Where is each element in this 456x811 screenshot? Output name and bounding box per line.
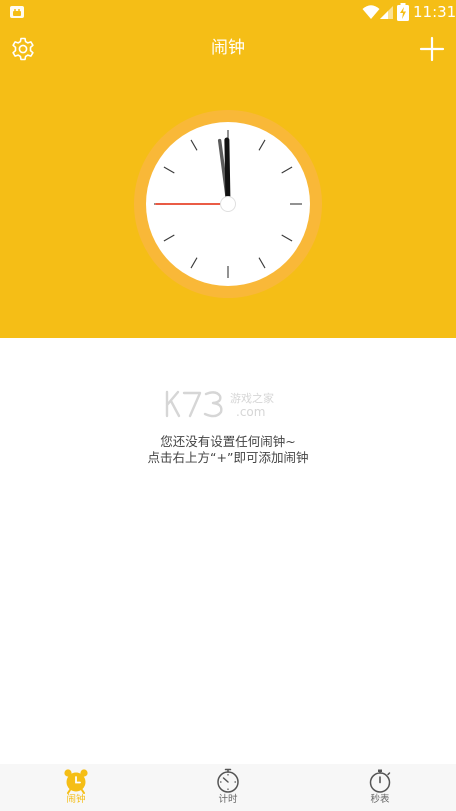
- plus-icon[interactable]: [418, 35, 446, 63]
- nav-label-stopwatch: 秒表: [370, 794, 390, 805]
- empty-state-line-2: 点击右上方“+”即可添加闹钟: [147, 450, 309, 465]
- nav-label-alarm: 闹钟: [66, 794, 86, 805]
- header-panel: 11:31 闹钟: [0, 0, 456, 338]
- empty-state-line-1: 您还没有设置任何闹钟~: [160, 434, 296, 449]
- clock-center-pin: [220, 196, 236, 212]
- status-bar: 11:31: [0, 0, 456, 24]
- bottom-nav: 闹钟 计时 秒表: [0, 764, 456, 811]
- stopwatch-icon: [369, 769, 391, 793]
- timer-icon: [217, 768, 239, 793]
- signal-icon: [380, 6, 393, 19]
- alarm-app-screen: 11:31 闹钟 游戏之家 .com 您还没有设置任何闹钟~ 点击右上方“+”即…: [0, 0, 456, 811]
- alarm-clock-icon: [64, 769, 88, 794]
- svg-text:.com: .com: [236, 405, 265, 419]
- watermark-logo: 游戏之家 .com: [165, 390, 274, 419]
- page-title: 闹钟: [211, 38, 245, 58]
- nav-label-timer: 计时: [218, 794, 238, 805]
- nav-item-alarm[interactable]: 闹钟: [0, 764, 152, 811]
- app-bar: 闹钟: [0, 24, 456, 72]
- android-notification-icon: [10, 6, 24, 18]
- nav-item-stopwatch[interactable]: 秒表: [304, 764, 456, 811]
- status-time: 11:31: [413, 3, 456, 21]
- svg-text:游戏之家: 游戏之家: [230, 391, 274, 405]
- wifi-icon: [362, 5, 380, 19]
- nav-item-timer[interactable]: 计时: [152, 764, 304, 811]
- battery-charging-icon: [397, 3, 409, 21]
- clock-hour-hand: [224, 137, 231, 207]
- analog-clock: [134, 110, 322, 298]
